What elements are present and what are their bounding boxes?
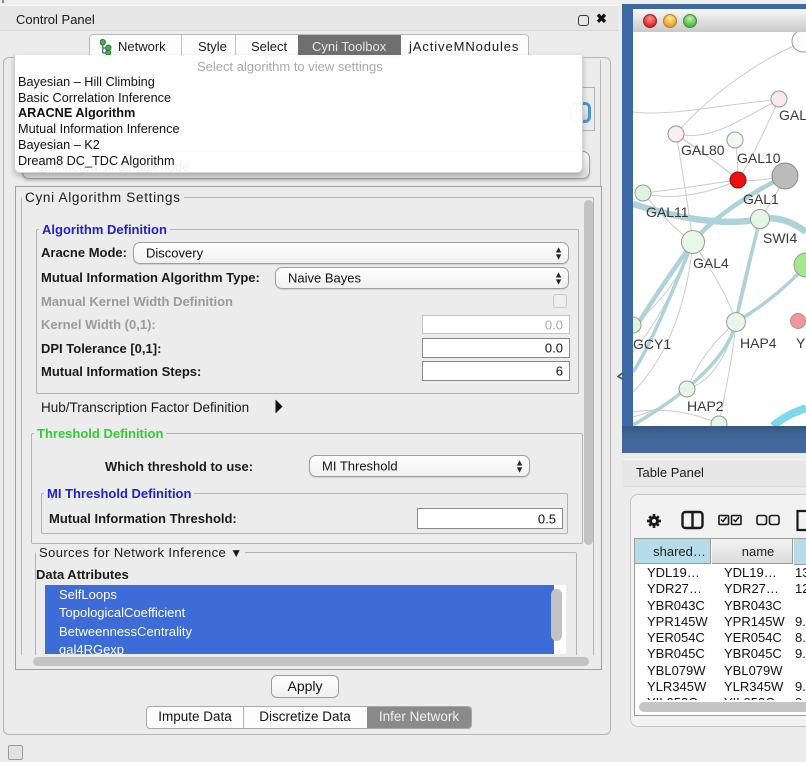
svg-text:SWI4: SWI4 (763, 230, 797, 246)
svg-text:HAP2: HAP2 (687, 398, 724, 414)
svg-text:GAL10: GAL10 (737, 150, 781, 166)
svg-text:GAL1: GAL1 (743, 191, 779, 207)
svg-text:GCY1: GCY1 (633, 336, 671, 352)
svg-text:GAL11: GAL11 (646, 204, 689, 220)
svg-text:Y: Y (796, 335, 806, 351)
svg-text:HAP4: HAP4 (740, 335, 777, 351)
svg-text:GAL4: GAL4 (693, 255, 729, 271)
svg-text:GAL80: GAL80 (681, 142, 725, 158)
svg-text:GAL: GAL (779, 107, 806, 123)
